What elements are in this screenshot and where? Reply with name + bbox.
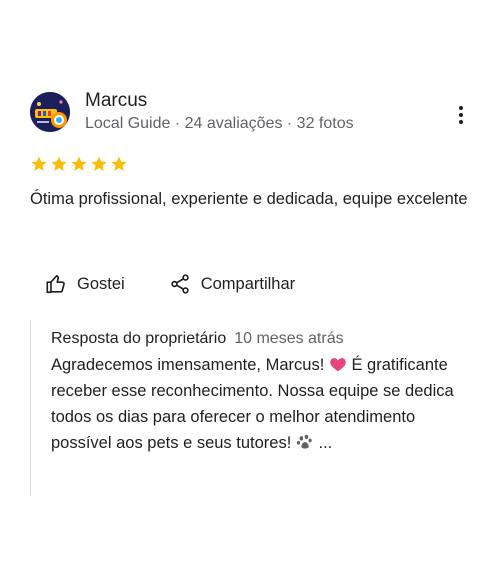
reply-text: Agradecemos imensamente, Marcus! É grati… (51, 352, 470, 456)
avatar[interactable] (30, 92, 70, 132)
like-button[interactable]: Gostei (45, 273, 125, 295)
star-icon (51, 156, 67, 171)
author-name[interactable]: Marcus (85, 90, 147, 112)
avatar-logo-icon (30, 92, 70, 132)
heart-icon (330, 358, 346, 372)
review-actions: Gostei Compartilhar (45, 270, 295, 298)
thumb-up-icon (46, 274, 65, 294)
owner-reply: Resposta do proprietário 10 meses atrás A… (30, 320, 470, 496)
reply-text-part1: Agradecemos imensamente, Marcus! (51, 356, 325, 374)
reply-title: Resposta do proprietário (51, 330, 227, 347)
paw-icon (296, 434, 312, 449)
reply-time: 10 meses atrás (234, 330, 344, 347)
more-options-button[interactable] (450, 103, 472, 127)
share-label: Compartilhar (200, 274, 296, 293)
star-icon (71, 156, 87, 171)
like-label: Gostei (77, 274, 125, 293)
more-vert-icon (459, 106, 463, 124)
author-meta[interactable]: Local Guide · 24 avaliações · 32 fotos (85, 115, 354, 133)
star-icon (31, 156, 47, 171)
star-icon (91, 156, 107, 171)
share-button[interactable]: Compartilhar (169, 273, 295, 295)
review-text: Ótima profissional, experiente e dedicad… (30, 190, 468, 208)
star-rating (30, 155, 128, 173)
review-card: Marcus Local Guide · 24 avaliações · 32 … (0, 0, 501, 562)
star-icon (111, 156, 127, 171)
share-icon (170, 274, 189, 294)
reply-ellipsis[interactable]: ... (319, 434, 333, 452)
reply-header: Resposta do proprietário 10 meses atrás (51, 330, 470, 348)
